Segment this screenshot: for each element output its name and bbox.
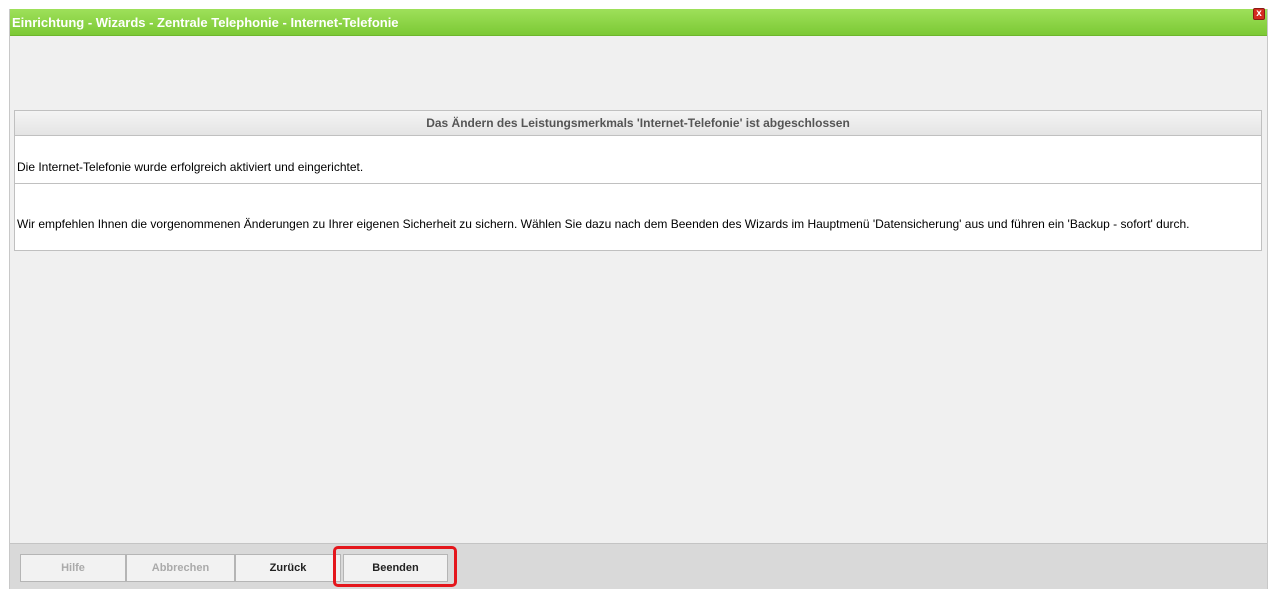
- result-panel: Das Ändern des Leistungsmerkmals 'Intern…: [14, 110, 1262, 251]
- close-icon[interactable]: x: [1253, 8, 1265, 20]
- finish-button[interactable]: Beenden: [343, 554, 448, 582]
- title-bar: Einrichtung - Wizards - Zentrale Telepho…: [10, 8, 1267, 36]
- cancel-button[interactable]: Abbrechen: [126, 554, 235, 582]
- recommendation-row: Wir empfehlen Ihnen die vorgenommenen Än…: [15, 184, 1261, 250]
- window-title: Einrichtung - Wizards - Zentrale Telepho…: [12, 15, 399, 30]
- success-message: Die Internet-Telefonie wurde erfolgreich…: [17, 160, 364, 174]
- wizard-window: Einrichtung - Wizards - Zentrale Telepho…: [9, 8, 1268, 589]
- success-row: Die Internet-Telefonie wurde erfolgreich…: [15, 136, 1261, 184]
- recommendation-message: Wir empfehlen Ihnen die vorgenommenen Än…: [17, 217, 1190, 231]
- button-bar: Hilfe Abbrechen Zurück Beenden: [10, 543, 1267, 589]
- panel-header: Das Ändern des Leistungsmerkmals 'Intern…: [15, 111, 1261, 136]
- help-button[interactable]: Hilfe: [20, 554, 126, 582]
- back-button[interactable]: Zurück: [235, 554, 341, 582]
